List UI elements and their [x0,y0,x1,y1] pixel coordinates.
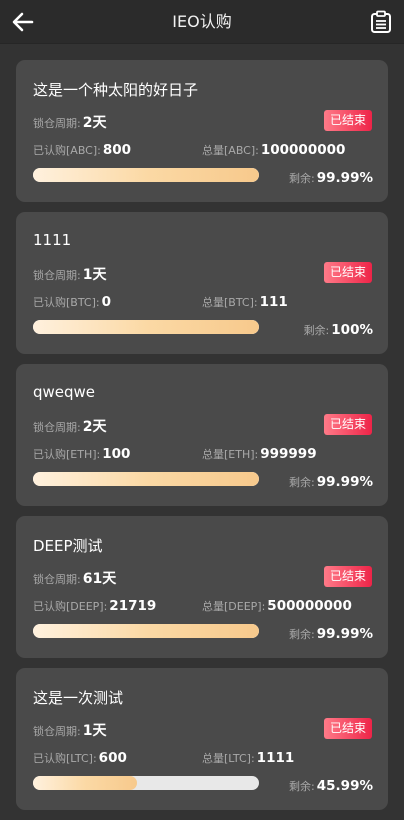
remaining-label: 剩余: [303,324,330,337]
progress-fill [33,624,259,638]
subscribed-value: 100 [102,446,131,462]
remaining: 剩余: 99.99% [289,170,373,186]
total-value: 100000000 [260,142,346,158]
subscribed-value: 0 [101,294,111,310]
total-amount: 总量[DEEP]: 500000000 [202,598,352,614]
page-title: IEO认购 [172,12,232,31]
remaining-value: 45.99% [316,778,373,794]
subscribed-label: 已认购[LTC]: [33,752,97,765]
total-label: 总量[ABC]: [202,144,259,157]
subscribed-value: 800 [102,142,132,158]
remaining-value: 99.99% [316,626,373,642]
progress-bar [33,624,259,638]
subscribed-amount: 已认购[BTC]: 0 [33,294,111,310]
subscribed-amount: 已认购[ETH]: 100 [33,446,130,462]
status-badge: 已结束 [323,110,372,131]
progress-fill [33,320,259,334]
lock-period: 锁仓周期: 1天 [33,264,106,284]
total-amount: 总量[LTC]: 1111 [202,750,294,766]
subscribed-label: 已认购[ETH]: [33,448,101,461]
total-label: 总量[LTC]: [202,752,255,765]
ieo-card[interactable]: 1111 锁仓周期: 1天 已结束 已认购[BTC]: 0 总量[BTC]: 111 … [16,212,388,354]
lock-label: 锁仓周期: [33,725,81,738]
remaining: 剩余: 100% [304,322,373,338]
total-amount: 总量[BTC]: 111 [202,294,288,310]
total-value: 1111 [256,750,295,766]
lock-period: 锁仓周期: 2天 [33,112,106,132]
ieo-card[interactable]: 这是一次测试 锁仓周期: 1天 已结束 已认购[LTC]: 600 总量[LTC]:… [16,668,388,810]
lock-value: 1天 [82,267,107,283]
lock-label: 锁仓周期: [33,421,81,434]
status-badge: 已结束 [323,718,372,739]
lock-value: 61天 [82,571,117,587]
subscribed-amount: 已认购[LTC]: 600 [33,750,127,766]
total-value: 111 [259,294,288,310]
lock-period: 锁仓周期: 1天 [33,720,106,740]
subscribed-value: 600 [98,750,127,766]
project-name: 1111 [33,231,72,249]
remaining-value: 99.99% [316,170,373,186]
lock-value: 2天 [82,115,107,131]
remaining-label: 剩余: [289,780,315,793]
status-badge: 已结束 [323,566,372,587]
total-amount: 总量[ABC]: 100000000 [202,142,345,158]
remaining-label: 剩余: [289,628,315,641]
remaining-value: 100% [331,322,373,338]
subscribed-label: 已认购[ABC]: [33,144,101,157]
remaining: 剩余: 99.99% [289,474,373,490]
remaining: 剩余: 99.99% [289,626,373,642]
lock-label: 锁仓周期: [33,117,81,130]
total-label: 总量[BTC]: [202,296,258,309]
lock-value: 2天 [82,419,107,435]
lock-label: 锁仓周期: [33,269,81,282]
project-name: 这是一个种太阳的好日子 [33,81,199,99]
progress-fill [33,776,137,790]
top-bar: IEO认购 [0,0,404,44]
lock-period: 锁仓周期: 2天 [33,416,106,436]
project-name: qweqwe [33,383,96,401]
progress-bar [33,168,259,182]
progress-bar [33,320,259,334]
progress-fill [33,168,259,182]
lock-label: 锁仓周期: [33,573,81,586]
ieo-card[interactable]: DEEP测试 锁仓周期: 61天 已结束 已认购[DEEP]: 21719 总量[D… [16,516,388,658]
subscribed-value: 21719 [109,598,157,614]
status-badge: 已结束 [323,262,372,283]
total-amount: 总量[ETH]: 999999 [202,446,317,462]
total-value: 500000000 [267,598,352,614]
subscribed-amount: 已认购[ABC]: 800 [33,142,131,158]
lock-value: 1天 [82,723,107,739]
remaining-label: 剩余: [289,172,315,185]
project-name: 这是一次测试 [33,689,124,707]
status-badge: 已结束 [323,414,372,435]
document-list-icon[interactable] [370,10,392,34]
ieo-list: 这是一个种太阳的好日子 锁仓周期: 2天 已结束 已认购[ABC]: 800 总量[… [16,60,388,820]
progress-bar [33,472,259,486]
progress-bar [33,776,259,790]
ieo-card[interactable]: qweqwe 锁仓周期: 2天 已结束 已认购[ETH]: 100 总量[ETH]:… [16,364,388,506]
subscribed-label: 已认购[DEEP]: [33,600,108,613]
total-value: 999999 [260,446,317,462]
remaining-value: 99.99% [316,474,373,490]
project-name: DEEP测试 [33,537,103,555]
remaining: 剩余: 45.99% [289,778,373,794]
progress-fill [33,472,259,486]
remaining-label: 剩余: [289,476,315,489]
lock-period: 锁仓周期: 61天 [33,568,116,588]
total-label: 总量[ETH]: [202,448,259,461]
subscribed-label: 已认购[BTC]: [33,296,100,309]
total-label: 总量[DEEP]: [202,600,266,613]
ieo-card[interactable]: 这是一个种太阳的好日子 锁仓周期: 2天 已结束 已认购[ABC]: 800 总量[… [16,60,388,202]
subscribed-amount: 已认购[DEEP]: 21719 [33,598,156,614]
